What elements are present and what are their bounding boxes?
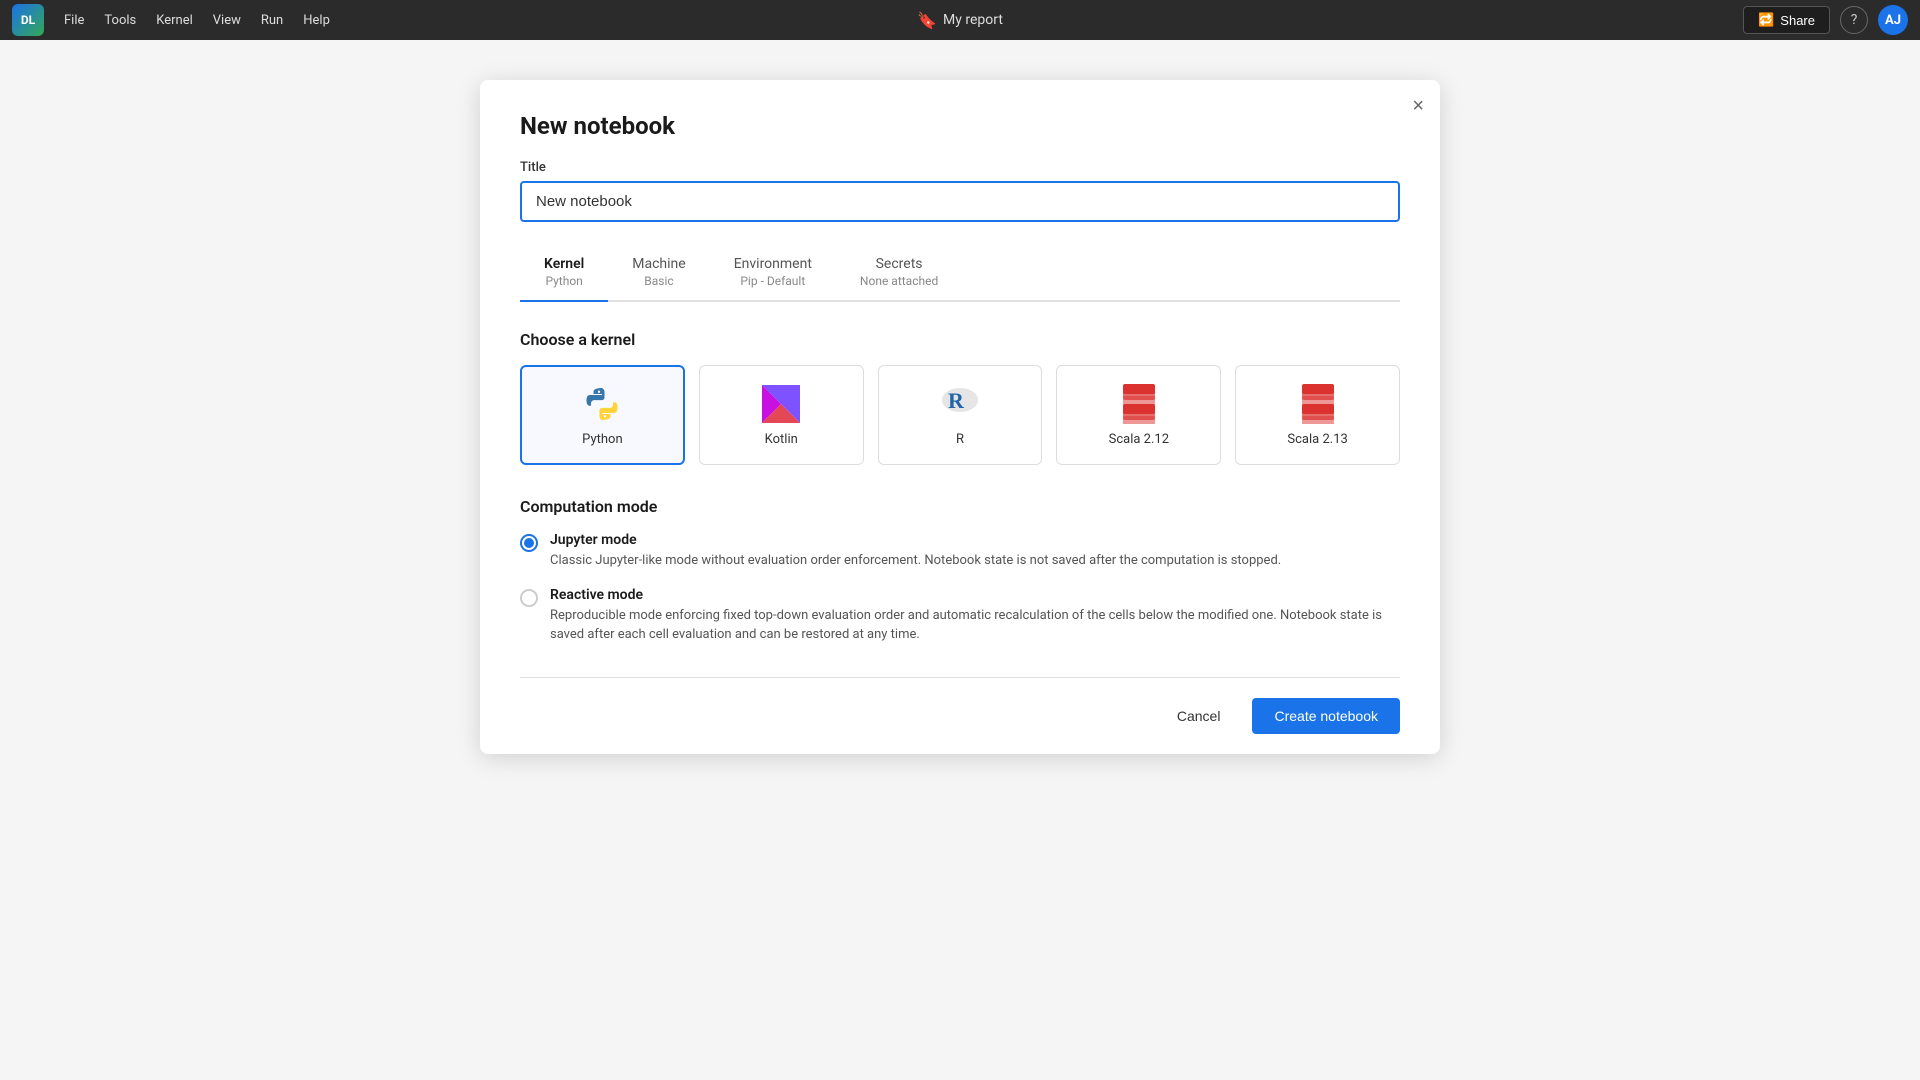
kernel-kotlin[interactable]: Kotlin <box>699 365 864 465</box>
jupyter-radio[interactable] <box>520 534 538 552</box>
scala213-icon <box>1298 384 1338 424</box>
create-notebook-button[interactable]: Create notebook <box>1252 698 1400 734</box>
dialog-footer: Cancel Create notebook <box>520 677 1400 754</box>
dialog-title: New notebook <box>520 112 1400 140</box>
menu-tools[interactable]: Tools <box>96 9 144 32</box>
share-button[interactable]: 🔁 Share <box>1743 6 1830 34</box>
tab-machine[interactable]: Machine Basic <box>608 246 709 300</box>
tab-secrets[interactable]: Secrets None attached <box>836 246 962 300</box>
notebook-tabs: Kernel Python Machine Basic Environment … <box>520 246 1400 302</box>
menu-file[interactable]: File <box>56 9 92 32</box>
tab-environment-subtitle: Pip - Default <box>734 274 812 288</box>
computation-section-title: Computation mode <box>520 497 1400 516</box>
tab-machine-label: Machine <box>632 256 685 272</box>
menubar: DL File Tools Kernel View Run Help 🔖 My … <box>0 0 1920 40</box>
new-notebook-dialog: × New notebook Title Kernel Python Machi… <box>480 80 1440 754</box>
svg-text:R: R <box>948 388 965 413</box>
tab-environment[interactable]: Environment Pip - Default <box>710 246 836 300</box>
kernel-python-label: Python <box>582 432 622 447</box>
share-icon: 🔁 <box>1758 12 1774 28</box>
menubar-title-area: 🔖 My report <box>917 11 1003 30</box>
menubar-right: 🔁 Share ? AJ <box>1743 5 1908 35</box>
jupyter-mode-desc: Classic Jupyter-like mode without evalua… <box>550 551 1281 571</box>
tab-machine-subtitle: Basic <box>632 274 685 288</box>
scala212-icon <box>1119 384 1159 424</box>
app-logo[interactable]: DL <box>12 4 44 36</box>
computation-section: Computation mode Jupyter mode Classic Ju… <box>520 497 1400 645</box>
mode-jupyter[interactable]: Jupyter mode Classic Jupyter-like mode w… <box>520 532 1400 571</box>
kernel-r[interactable]: R R <box>878 365 1043 465</box>
kernel-section-title: Choose a kernel <box>520 330 1400 349</box>
notebook-title-input[interactable] <box>520 181 1400 222</box>
jupyter-mode-label: Jupyter mode <box>550 532 1281 548</box>
kernel-cards: Python Kotlin R <box>520 365 1400 465</box>
menu-help[interactable]: Help <box>295 9 338 32</box>
tab-secrets-label: Secrets <box>860 256 938 272</box>
main-content: × New notebook Title Kernel Python Machi… <box>0 40 1920 1080</box>
reactive-mode-label: Reactive mode <box>550 587 1400 603</box>
kotlin-icon <box>761 384 801 424</box>
menu-view[interactable]: View <box>205 9 249 32</box>
user-avatar[interactable]: AJ <box>1878 5 1908 35</box>
reactive-radio[interactable] <box>520 589 538 607</box>
kernel-scala213[interactable]: Scala 2.13 <box>1235 365 1400 465</box>
kernel-kotlin-label: Kotlin <box>765 432 798 447</box>
python-icon <box>582 384 622 424</box>
menu-kernel[interactable]: Kernel <box>148 9 201 32</box>
help-button[interactable]: ? <box>1840 6 1868 34</box>
close-button[interactable]: × <box>1412 96 1424 116</box>
share-label: Share <box>1780 13 1815 28</box>
kernel-python[interactable]: Python <box>520 365 685 465</box>
tab-kernel-subtitle: Python <box>544 274 584 288</box>
r-icon: R <box>940 384 980 424</box>
menubar-title: My report <box>943 12 1003 28</box>
kernel-scala213-label: Scala 2.13 <box>1287 432 1347 447</box>
tab-environment-label: Environment <box>734 256 812 272</box>
tab-secrets-subtitle: None attached <box>860 274 938 288</box>
kernel-scala212-label: Scala 2.12 <box>1109 432 1169 447</box>
mode-reactive[interactable]: Reactive mode Reproducible mode enforcin… <box>520 587 1400 645</box>
tab-kernel-label: Kernel <box>544 256 584 272</box>
jupyter-mode-text: Jupyter mode Classic Jupyter-like mode w… <box>550 532 1281 571</box>
reactive-mode-text: Reactive mode Reproducible mode enforcin… <box>550 587 1400 645</box>
title-field-label: Title <box>520 160 1400 175</box>
menu-run[interactable]: Run <box>253 9 291 32</box>
kernel-r-label: R <box>956 432 964 447</box>
kernel-scala212[interactable]: Scala 2.12 <box>1056 365 1221 465</box>
tab-kernel[interactable]: Kernel Python <box>520 246 608 300</box>
reactive-mode-desc: Reproducible mode enforcing fixed top-do… <box>550 606 1400 645</box>
menu-items: File Tools Kernel View Run Help <box>56 9 338 32</box>
cancel-button[interactable]: Cancel <box>1157 698 1241 734</box>
